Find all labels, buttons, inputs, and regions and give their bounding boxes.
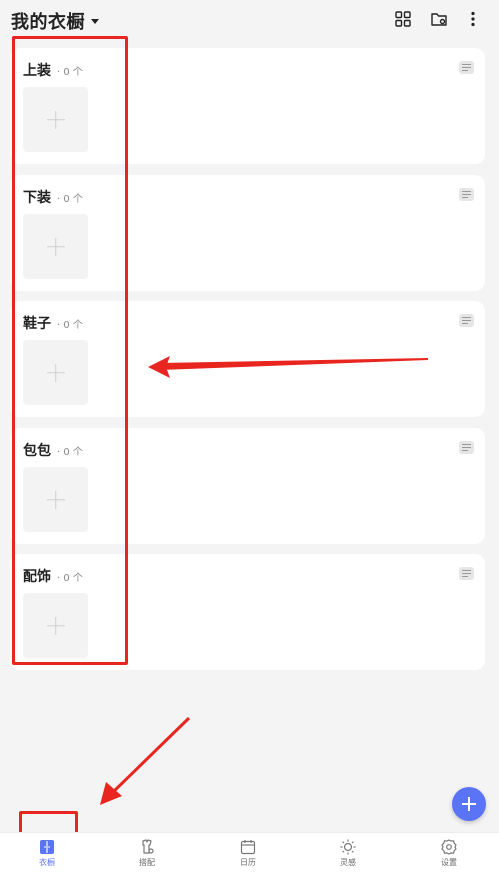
tab-settings[interactable]: 设置 [419, 833, 479, 873]
tab-label: 灵感 [340, 858, 356, 867]
tab-inspiration[interactable]: 灵感 [318, 833, 378, 873]
tab-label: 搭配 [139, 858, 155, 867]
outfit-icon [142, 839, 154, 854]
tab-label: 设置 [441, 858, 457, 867]
tab-calendar[interactable]: 日历 [218, 833, 278, 873]
annotation-arrow-left [160, 358, 428, 370]
annotation-arrows [100, 356, 428, 805]
add-fab-button[interactable] [452, 787, 486, 821]
tab-label: 日历 [240, 858, 256, 867]
inspiration-icon [340, 839, 356, 855]
annotation-arrow-down [108, 716, 191, 797]
calendar-icon [240, 840, 256, 855]
tab-label: 衣橱 [39, 858, 55, 867]
bottom-tab-bar: 衣橱 搭配 日历 灵感 设置 [0, 832, 499, 873]
tab-outfit[interactable]: 搭配 [117, 833, 177, 873]
tab-wardrobe[interactable]: 衣橱 [17, 833, 77, 873]
wardrobe-icon [40, 840, 54, 854]
settings-icon [441, 839, 457, 855]
